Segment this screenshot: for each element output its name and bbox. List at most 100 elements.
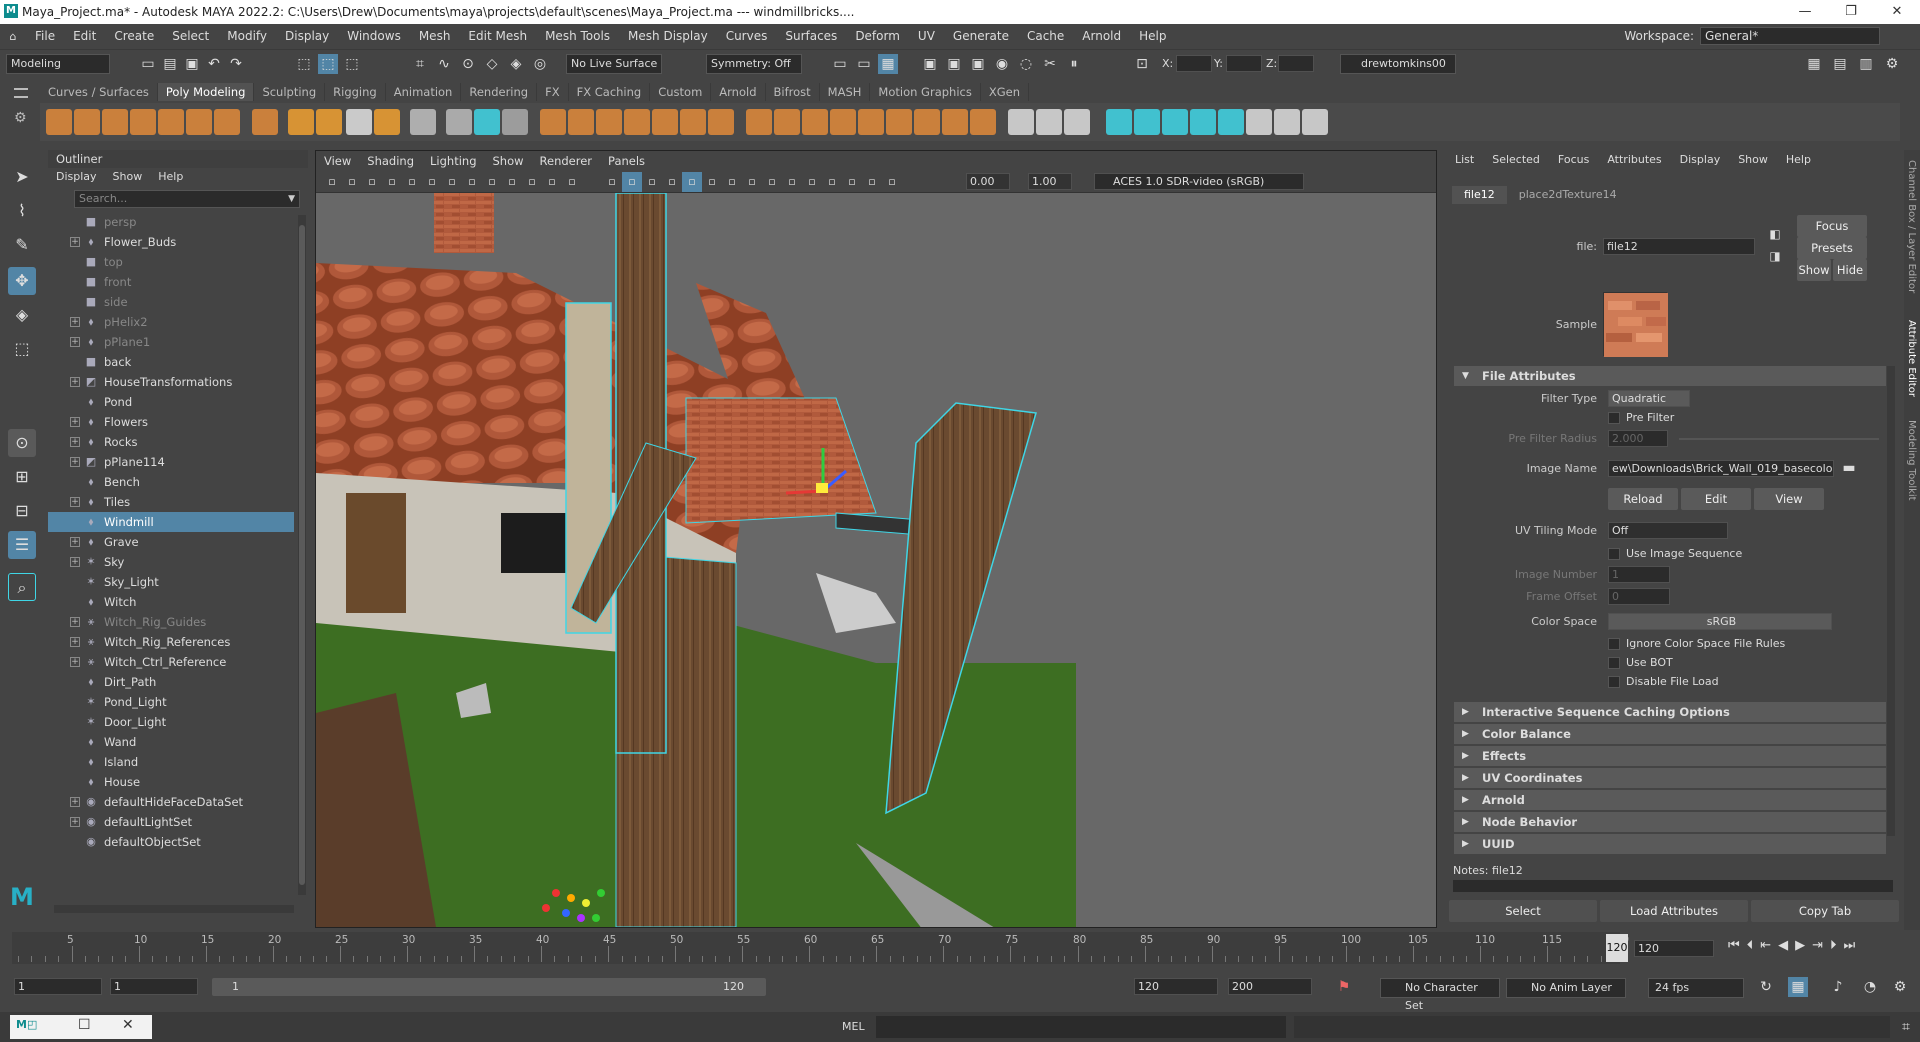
channel-box-side-tab[interactable]: Channel Box / Layer Editor [1906,160,1917,293]
colorspace-dropdown[interactable]: ACES 1.0 SDR-video (sRGB) [1094,173,1304,190]
gate-mask-icon[interactable]: ▫ [502,172,522,192]
camera-select-icon[interactable]: ▫ [322,172,342,192]
outliner-item-bench[interactable]: ⬧ Bench [48,472,294,492]
sound-icon[interactable]: ♪ [1828,977,1848,997]
playback-start-field[interactable]: 1 [110,978,198,995]
grease-pencil-icon[interactable]: ▫ [422,172,442,192]
attr-menu-show[interactable]: Show [1738,150,1768,170]
append-icon[interactable] [652,109,678,135]
gamma-field[interactable]: 1.00 [1028,173,1072,190]
outliner-item-pond[interactable]: ⬧ Pond [48,392,294,412]
pause-viewport-icon[interactable]: ⏸ [1064,54,1084,74]
expand-icon[interactable]: + [70,337,80,347]
expand-icon[interactable]: + [70,377,80,387]
outliner-item-persp[interactable]: ■ persp [48,212,294,232]
render-current-icon[interactable]: ▣ [920,54,940,74]
shelf-tab-rendering[interactable]: Rendering [461,83,538,101]
shelf-tab-curves-surfaces[interactable]: Curves / Surfaces [40,83,158,101]
menu-help[interactable]: Help [1130,29,1175,43]
outliner-item-witch-rig-references[interactable]: + ⚹ Witch_Rig_References [48,632,294,652]
outliner-menu-display[interactable]: Display [56,168,97,186]
image-name-field[interactable]: ew\Downloads\Brick_Wall_019_basecolor.jp… [1608,460,1834,477]
script-editor-icon[interactable]: ⌗ [1896,1017,1916,1037]
film-gate-icon[interactable]: ▫ [462,172,482,192]
step-forward-icon[interactable]: ⏵ [1830,938,1837,953]
expand-icon[interactable]: + [70,637,80,647]
shelf-tab-xgen[interactable]: XGen [981,83,1029,101]
image-plane-icon[interactable]: ▫ [382,172,402,192]
outliner-item-front[interactable]: ■ front [48,272,294,292]
snap-curve-icon[interactable]: ∿ [434,54,454,74]
target-weld-icon[interactable] [914,109,940,135]
redo-icon[interactable]: ↷ [226,54,246,74]
range-slider[interactable]: 1 120 [212,978,766,996]
menu-select[interactable]: Select [163,29,218,43]
outliner-item-phelix2[interactable]: + ⬧ pHelix2 [48,312,294,332]
outliner-item-pplane114[interactable]: + ◩ pPlane114 [48,452,294,472]
reload-button[interactable]: Reload [1608,488,1678,510]
outliner-item-island[interactable]: ⬧ Island [48,752,294,772]
expand-icon[interactable]: + [70,497,80,507]
ambient-occlusion-icon[interactable]: ▫ [742,172,762,192]
construction-history-icon[interactable]: ▭ [854,54,874,74]
folder-icon[interactable]: ▬ [1839,458,1859,478]
viewport-menu-panels[interactable]: Panels [600,151,653,171]
snap-grid-icon[interactable]: ⌗ [410,54,430,74]
chevron-down-icon[interactable]: ▼ [288,191,295,207]
current-frame-field[interactable]: 120 [1634,940,1714,957]
isolate-select-icon[interactable]: ▫ [822,172,842,192]
maximize-button[interactable]: ❐ [1828,0,1874,24]
field-chart-icon[interactable]: ▫ [522,172,542,192]
outliner-item-witch[interactable]: ⬧ Witch [48,592,294,612]
tab-place2dtexture14[interactable]: place2dTexture14 [1507,186,1629,204]
poly-plane-icon[interactable] [186,109,212,135]
detach-icon[interactable] [970,109,996,135]
render-setup-icon[interactable]: ◌ [1016,54,1036,74]
shelf-tab-mash[interactable]: MASH [820,83,871,101]
history-icon[interactable]: ▭ [830,54,850,74]
select-by-object-icon[interactable]: ⬚ [318,54,338,74]
outliner-item-flowers[interactable]: + ⬧ Flowers [48,412,294,432]
wedge-icon[interactable] [774,109,800,135]
select-by-hierarchy-icon[interactable]: ⬚ [294,54,314,74]
lasso-tool-icon[interactable]: ⌇ [8,197,36,225]
outliner-search-input[interactable]: Search... ▼ [74,190,300,208]
menu-cache[interactable]: Cache [1018,29,1073,43]
color-space-dropdown[interactable]: sRGB [1608,613,1832,630]
shelf-tab-bifrost[interactable]: Bifrost [766,83,820,101]
bridge-icon[interactable] [540,109,566,135]
default-material-icon[interactable]: ▫ [642,172,662,192]
shelf-tab-fx-caching[interactable]: FX Caching [569,83,651,101]
menu-mesh[interactable]: Mesh [410,29,460,43]
make-live-icon[interactable]: ◎ [530,54,550,74]
bevel-icon[interactable] [596,109,622,135]
triangulate-icon[interactable] [1246,109,1272,135]
outliner-item-witch-rig-guides[interactable]: + ⚹ Witch_Rig_Guides [48,612,294,632]
select-by-component-icon[interactable]: ⬚ [342,54,362,74]
outliner-menu-help[interactable]: Help [158,168,183,186]
menu-generate[interactable]: Generate [944,29,1018,43]
viewport-menu-renderer[interactable]: Renderer [532,151,601,171]
conform-icon[interactable] [1190,109,1216,135]
auto-key-icon[interactable]: ⚑ [1334,977,1354,997]
scale-tool-icon[interactable]: ⬚ [8,335,36,363]
loop-icon[interactable]: ↻ [1756,977,1776,997]
expand-icon[interactable]: + [70,537,80,547]
2d-pan-zoom-icon[interactable]: ▫ [402,172,422,192]
animation-preferences-icon[interactable]: ⚙ [1890,977,1910,997]
quadrangulate-icon[interactable] [1274,109,1300,135]
camera-attributes-icon[interactable]: ▫ [342,172,362,192]
exposure-field[interactable]: 0.00 [966,173,1010,190]
section-node-behavior[interactable]: ▶ Node Behavior [1454,812,1886,832]
attr-scrollbar[interactable] [1887,366,1895,836]
uv-auto-icon[interactable] [1302,109,1328,135]
attribute-editor-icon[interactable]: ▥ [1856,54,1876,74]
outliner-item-rocks[interactable]: + ⬧ Rocks [48,432,294,452]
go-to-end-icon[interactable]: ⏭ [1844,938,1856,953]
expand-icon[interactable]: + [70,817,80,827]
menu-mesh-display[interactable]: Mesh Display [619,29,717,43]
smooth-shade-icon[interactable]: ▫ [622,172,642,192]
expand-icon[interactable]: + [70,617,80,627]
section-uuid[interactable]: ▶ UUID [1454,834,1886,854]
rotate-tool-icon[interactable]: ◈ [8,301,36,329]
